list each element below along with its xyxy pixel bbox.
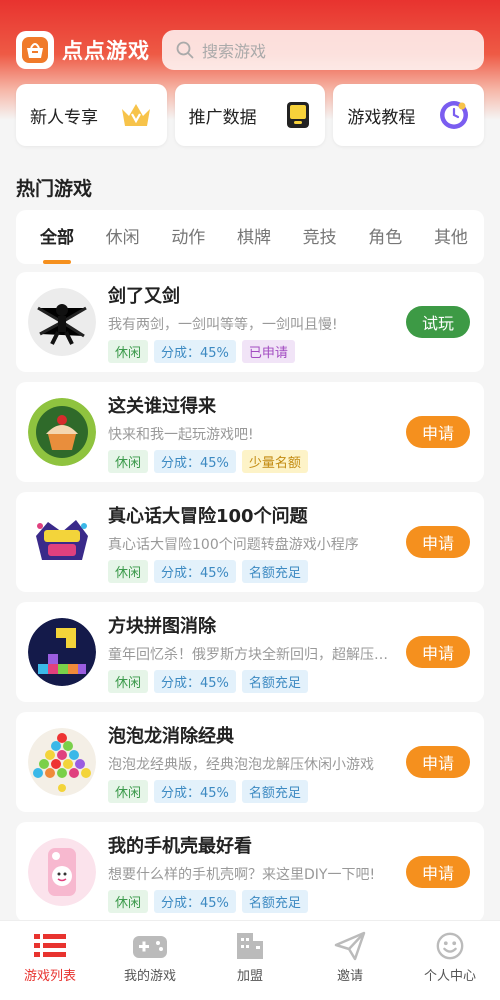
quick-link-tutorial[interactable]: 游戏教程 bbox=[333, 84, 485, 146]
category-tag: 休闲 bbox=[108, 449, 149, 473]
nav-label: 我的游戏 bbox=[123, 969, 176, 984]
nav-profile[interactable]: 个人中心 bbox=[400, 921, 500, 1000]
tab-rpg[interactable]: 角色 bbox=[368, 223, 402, 252]
bottom-navigation: 游戏列表 我的游戏 加盟 邀请 个人中心 bbox=[0, 920, 500, 1000]
revenue-share-tag: 分成：45% bbox=[154, 669, 236, 693]
game-name: 泡泡龙消除经典 bbox=[108, 725, 234, 747]
game-thumbnail bbox=[28, 618, 96, 686]
status-tag: 已申请 bbox=[241, 339, 295, 363]
quick-link-label: 游戏教程 bbox=[347, 107, 416, 128]
tab-other[interactable]: 其他 bbox=[434, 223, 468, 252]
quick-link-newcomer[interactable]: 新人专享 bbox=[16, 84, 167, 146]
section-title: 热门游戏 bbox=[16, 178, 93, 200]
game-description: 快来和我一起玩游戏吧! bbox=[108, 426, 254, 443]
paper-plane-icon bbox=[334, 931, 366, 961]
quick-links: 新人专享 推广数据 游戏教程 bbox=[16, 84, 485, 146]
category-tag: 休闲 bbox=[108, 779, 149, 803]
crown-icon bbox=[121, 104, 150, 126]
smiley-face-icon bbox=[436, 932, 464, 960]
game-description: 我有两剑，一剑叫等等，一剑叫且慢! bbox=[108, 316, 338, 333]
revenue-share-tag: 分成：45% bbox=[154, 339, 236, 363]
tab-board[interactable]: 棋牌 bbox=[237, 223, 271, 252]
game-description: 真心话大冒险100个问题转盘游戏小程序 bbox=[108, 536, 359, 553]
nav-my-games[interactable]: 我的游戏 bbox=[100, 921, 200, 1000]
nav-label: 个人中心 bbox=[423, 969, 476, 984]
nav-join[interactable]: 加盟 bbox=[200, 921, 300, 1000]
tab-casual[interactable]: 休闲 bbox=[106, 223, 140, 252]
game-name: 剑了又剑 bbox=[108, 285, 180, 307]
status-tag: 名额充足 bbox=[241, 669, 308, 693]
game-thumbnail bbox=[28, 398, 96, 466]
basket-logo-icon bbox=[16, 31, 54, 69]
tab-action[interactable]: 动作 bbox=[171, 223, 205, 252]
status-tag: 名额充足 bbox=[241, 779, 308, 803]
nav-label: 加盟 bbox=[236, 969, 263, 984]
status-tag: 名额充足 bbox=[241, 559, 308, 583]
chart-card-icon bbox=[287, 102, 310, 128]
apply-button[interactable]: 申请 bbox=[406, 746, 470, 778]
game-name: 真心话大冒险100个问题 bbox=[108, 505, 308, 527]
revenue-share-tag: 分成：45% bbox=[154, 889, 236, 913]
quick-link-promo-data[interactable]: 推广数据 bbox=[174, 84, 326, 146]
status-tag: 名额充足 bbox=[241, 889, 308, 913]
game-card[interactable]: 这关谁过得来 快来和我一起玩游戏吧! 休闲 分成：45% 少量名额 申请 bbox=[16, 382, 484, 482]
nav-label: 邀请 bbox=[336, 969, 363, 984]
game-description: 想要什么样的手机壳啊？来这里DIY一下吧! bbox=[108, 866, 376, 883]
gamepad-icon bbox=[133, 936, 167, 958]
tab-all[interactable]: 全部 bbox=[40, 223, 74, 252]
category-tag: 休闲 bbox=[108, 889, 149, 913]
game-thumbnail bbox=[28, 838, 96, 906]
game-name: 我的手机壳最好看 bbox=[108, 835, 252, 857]
nav-game-list[interactable]: 游戏列表 bbox=[0, 921, 100, 1000]
game-description: 童年回忆杀！俄罗斯方块全新回归，超解压的经典游戏 bbox=[108, 646, 388, 663]
apply-button[interactable]: 申请 bbox=[406, 526, 470, 558]
game-list: 剑了又剑 我有两剑，一剑叫等等，一剑叫且慢! 休闲 分成：45% 已申请 试玩 … bbox=[16, 272, 484, 932]
building-icon bbox=[237, 933, 263, 959]
search-input[interactable]: 搜索游戏 bbox=[162, 30, 484, 70]
game-name: 方块拼图消除 bbox=[108, 615, 216, 637]
app-header: 点点游戏 搜索游戏 bbox=[0, 22, 500, 78]
category-tag: 休闲 bbox=[108, 559, 149, 583]
apply-button[interactable]: 申请 bbox=[406, 636, 470, 668]
revenue-share-tag: 分成：45% bbox=[154, 779, 236, 803]
tab-competitive[interactable]: 竞技 bbox=[303, 223, 337, 252]
apply-button[interactable]: 申请 bbox=[406, 416, 470, 448]
revenue-share-tag: 分成：45% bbox=[154, 559, 236, 583]
game-thumbnail bbox=[28, 508, 96, 576]
clock-icon bbox=[440, 101, 469, 129]
nav-invite[interactable]: 邀请 bbox=[300, 921, 400, 1000]
status-tag: 少量名额 bbox=[241, 449, 308, 473]
app-title: 点点游戏 bbox=[62, 39, 150, 63]
nav-label: 游戏列表 bbox=[23, 969, 76, 984]
game-thumbnail bbox=[28, 288, 96, 356]
game-thumbnail bbox=[28, 728, 96, 796]
game-name: 这关谁过得来 bbox=[108, 395, 216, 417]
search-icon bbox=[176, 41, 194, 59]
search-placeholder: 搜索游戏 bbox=[202, 42, 267, 61]
apply-button[interactable]: 申请 bbox=[406, 856, 470, 888]
game-card[interactable]: 真心话大冒险100个问题 真心话大冒险100个问题转盘游戏小程序 休闲 分成：4… bbox=[16, 492, 484, 592]
category-tabs: 全部 休闲 动作 棋牌 竞技 角色 其他 bbox=[16, 210, 484, 264]
category-tag: 休闲 bbox=[108, 669, 149, 693]
game-card[interactable]: 剑了又剑 我有两剑，一剑叫等等，一剑叫且慢! 休闲 分成：45% 已申请 试玩 bbox=[16, 272, 484, 372]
revenue-share-tag: 分成：45% bbox=[154, 449, 236, 473]
game-card[interactable]: 我的手机壳最好看 想要什么样的手机壳啊？来这里DIY一下吧! 休闲 分成：45%… bbox=[16, 822, 484, 922]
game-card[interactable]: 方块拼图消除 童年回忆杀！俄罗斯方块全新回归，超解压的经典游戏 休闲 分成：45… bbox=[16, 602, 484, 702]
game-card[interactable]: 泡泡龙消除经典 泡泡龙经典版，经典泡泡龙解压休闲小游戏 休闲 分成：45% 名额… bbox=[16, 712, 484, 812]
quick-link-label: 新人专享 bbox=[30, 107, 98, 128]
try-play-button[interactable]: 试玩 bbox=[406, 306, 470, 338]
category-tag: 休闲 bbox=[108, 339, 149, 363]
game-description: 泡泡龙经典版，经典泡泡龙解压休闲小游戏 bbox=[108, 756, 374, 773]
quick-link-label: 推广数据 bbox=[188, 107, 257, 128]
list-icon bbox=[34, 934, 66, 957]
